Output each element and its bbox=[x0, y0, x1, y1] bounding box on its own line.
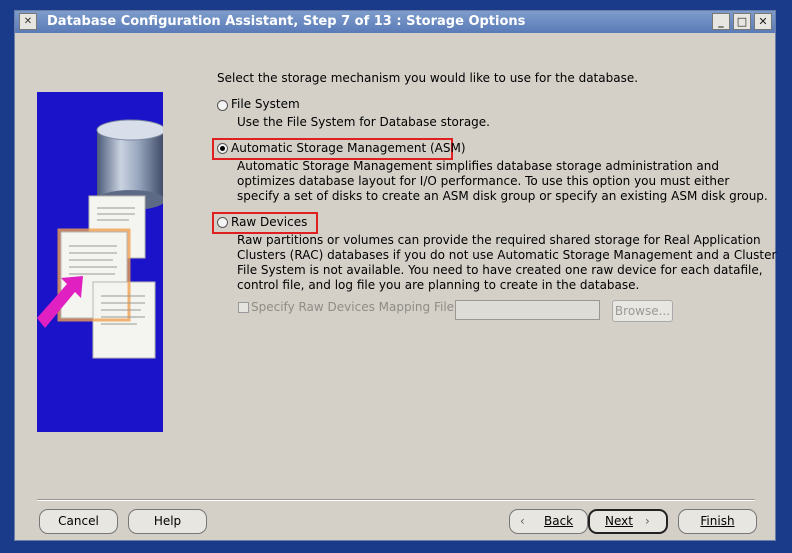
raw-devices-radio[interactable] bbox=[217, 217, 228, 228]
chevron-left-icon: ‹ bbox=[520, 514, 525, 528]
maximize-button[interactable]: □ bbox=[733, 13, 751, 30]
close-button[interactable]: ✕ bbox=[754, 13, 772, 30]
file-system-radio[interactable] bbox=[217, 100, 228, 111]
next-button[interactable]: Next › bbox=[588, 509, 668, 534]
raw-devices-description-line: File System is not available. You need t… bbox=[237, 263, 763, 277]
raw-mapping-checkbox[interactable] bbox=[238, 302, 249, 313]
raw-devices-description-line: control file, and log file you are plann… bbox=[237, 278, 640, 292]
instruction-text: Select the storage mechanism you would l… bbox=[217, 71, 639, 85]
raw-mapping-label: Specify Raw Devices Mapping File bbox=[251, 300, 455, 314]
asm-description-line: optimizes database layout for I/O perfor… bbox=[237, 174, 730, 188]
database-documents-icon bbox=[37, 119, 163, 359]
storage-illustration bbox=[37, 92, 163, 432]
back-label: Back bbox=[544, 514, 574, 528]
window-title: Database Configuration Assistant, Step 7… bbox=[47, 14, 526, 29]
dbca-window: ✕ Database Configuration Assistant, Step… bbox=[14, 10, 776, 541]
minimize-button[interactable]: _ bbox=[712, 13, 730, 30]
file-system-label[interactable]: File System bbox=[231, 97, 300, 111]
next-label: Next bbox=[605, 514, 633, 528]
raw-devices-description-line: Clusters (RAC) databases if you do not u… bbox=[237, 248, 777, 262]
raw-mapping-file-field[interactable] bbox=[455, 300, 600, 320]
raw-devices-description-line: Raw partitions or volumes can provide th… bbox=[237, 233, 761, 247]
dialog-content: Select the storage mechanism you would l… bbox=[15, 33, 777, 540]
asm-description-line: Automatic Storage Management simplifies … bbox=[237, 159, 719, 173]
help-button[interactable]: Help bbox=[128, 509, 207, 534]
finish-label: Finish bbox=[700, 514, 735, 528]
asm-radio[interactable] bbox=[217, 143, 228, 154]
footer-separator bbox=[37, 499, 755, 501]
file-system-description: Use the File System for Database storage… bbox=[237, 115, 490, 129]
chevron-right-icon: › bbox=[645, 514, 650, 528]
title-bar: ✕ Database Configuration Assistant, Step… bbox=[15, 11, 775, 33]
browse-button[interactable]: Browse... bbox=[612, 300, 673, 322]
raw-devices-label[interactable]: Raw Devices bbox=[231, 215, 307, 229]
back-button[interactable]: ‹ Back bbox=[509, 509, 588, 534]
cancel-button[interactable]: Cancel bbox=[39, 509, 118, 534]
asm-description-line: specify a set of disks to create an ASM … bbox=[237, 189, 768, 203]
finish-button[interactable]: Finish bbox=[678, 509, 757, 534]
window-menu-icon[interactable]: ✕ bbox=[19, 13, 37, 30]
asm-label[interactable]: Automatic Storage Management (ASM) bbox=[231, 141, 466, 155]
